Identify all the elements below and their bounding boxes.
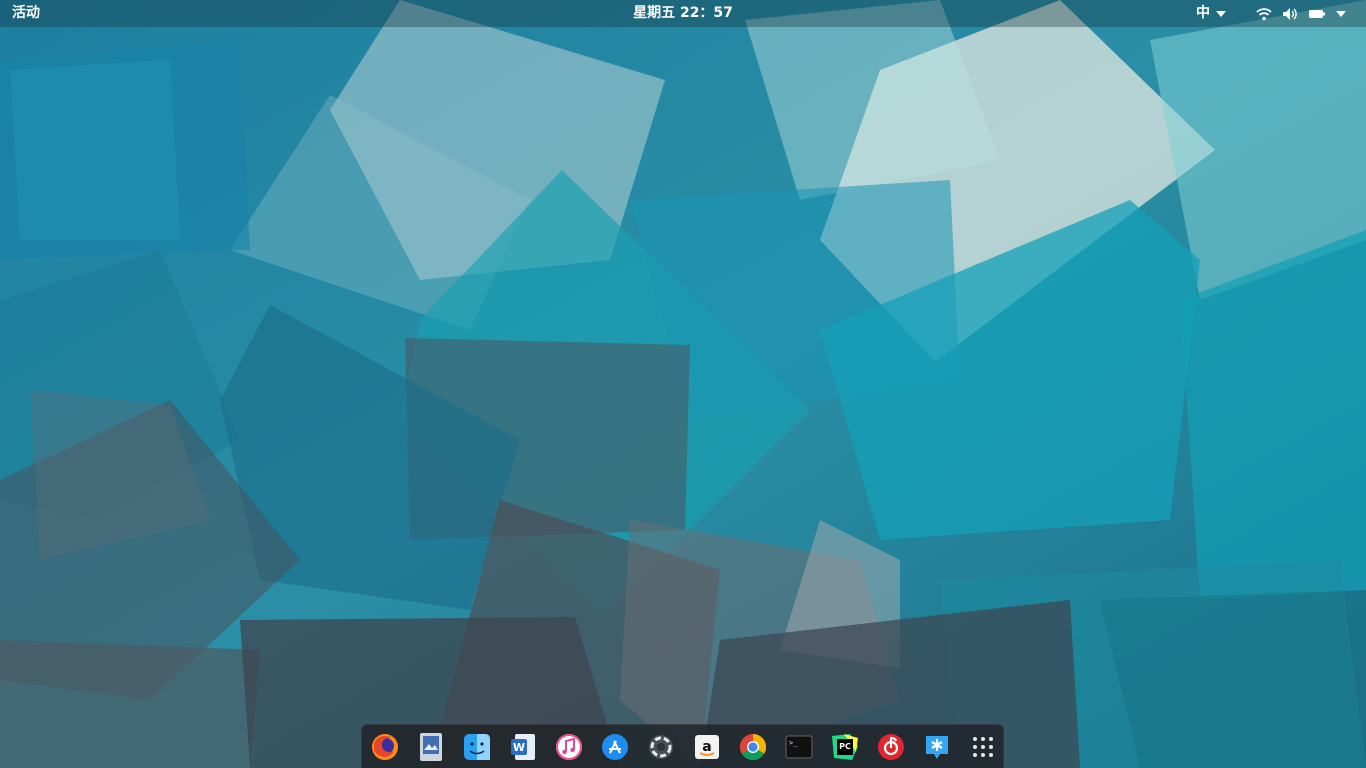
system-tray[interactable] <box>1256 0 1346 27</box>
grid-icon <box>973 737 993 757</box>
dock-item-app-store[interactable] <box>598 730 632 764</box>
activities-button[interactable]: 活动 <box>12 0 40 27</box>
clock-area: 星期五 22：57 <box>0 0 1366 27</box>
show-applications-button[interactable] <box>966 730 1000 764</box>
firefox-icon <box>372 734 398 760</box>
amazon-icon: a <box>695 735 719 759</box>
top-bar: 活动 星期五 22：57 中 <box>0 0 1366 27</box>
terminal-icon: >_ <box>785 735 813 759</box>
word-letter: W <box>513 741 525 754</box>
dock-item-amazon[interactable]: a <box>690 730 724 764</box>
settings-ring-icon <box>649 735 673 759</box>
chevron-down-icon <box>1216 10 1226 17</box>
system-menu-arrow-icon <box>1336 10 1346 17</box>
netease-music-icon <box>878 734 904 760</box>
image-viewer-icon <box>420 733 442 761</box>
terminal-prompt: >_ <box>789 739 798 747</box>
dock: W a >_ PC <box>361 724 1004 768</box>
dock-item-app-center[interactable] <box>920 730 954 764</box>
dock-item-pycharm[interactable]: PC <box>828 730 862 764</box>
dock-item-terminal[interactable]: >_ <box>782 730 816 764</box>
chrome-icon <box>739 733 767 761</box>
itunes-icon <box>556 734 582 760</box>
app-store-icon <box>602 734 628 760</box>
volume-icon <box>1283 7 1297 20</box>
finder-icon <box>464 734 490 760</box>
pycharm-icon: PC <box>832 734 858 760</box>
dock-item-netease-music[interactable] <box>874 730 908 764</box>
word-icon: W <box>511 734 535 760</box>
dock-item-image-viewer[interactable] <box>414 730 448 764</box>
app-center-icon <box>926 736 948 759</box>
dock-item-word[interactable]: W <box>506 730 540 764</box>
battery-icon <box>1309 9 1325 18</box>
dock-item-itunes[interactable] <box>552 730 586 764</box>
input-method-label: 中 <box>1196 5 1210 21</box>
dock-item-finder[interactable] <box>460 730 494 764</box>
dock-item-firefox[interactable] <box>368 730 402 764</box>
wifi-icon <box>1256 7 1272 20</box>
pycharm-letters: PC <box>839 742 851 751</box>
clock-button[interactable]: 星期五 22：57 <box>633 5 733 21</box>
input-method-menu[interactable]: 中 <box>1196 0 1226 27</box>
dock-item-chrome[interactable] <box>736 730 770 764</box>
desktop-wallpaper <box>0 0 1366 768</box>
dock-item-settings[interactable] <box>644 730 678 764</box>
amazon-letter: a <box>702 739 711 755</box>
